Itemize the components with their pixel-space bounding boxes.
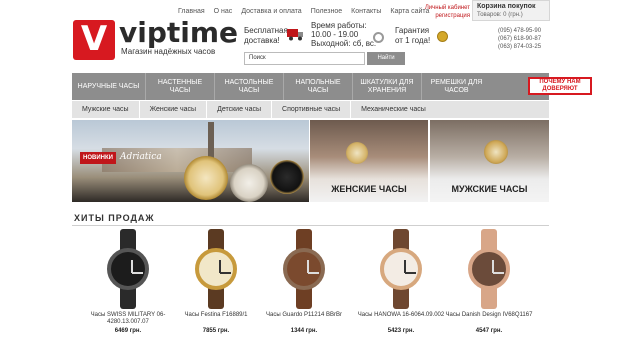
truck-icon bbox=[287, 29, 303, 41]
banner-women-watches[interactable]: ЖЕНСКИЕ ЧАСЫ bbox=[310, 120, 428, 202]
banner-brand-logo: Adriatica bbox=[120, 152, 162, 162]
nav-about[interactable]: О нас bbox=[214, 8, 233, 15]
watch-hand bbox=[405, 272, 416, 274]
banner-new-badge: НОВИНКИ bbox=[80, 152, 116, 164]
phone-3[interactable]: (063) 874-03-25 bbox=[498, 43, 541, 51]
delivery-line-1: Бесплатная bbox=[244, 26, 288, 35]
product-card[interactable]: Часы SWISS MILITARY 06-4280.13.007.07 646… bbox=[83, 229, 173, 334]
logo-text[interactable]: viptime bbox=[119, 18, 238, 48]
product-card[interactable]: Часы Guardo P11214 BBrBr 1344 грн. bbox=[259, 229, 349, 334]
category-wrist-watches[interactable]: НАРУЧНЫЕ ЧАСЫ bbox=[72, 73, 146, 100]
banner-men-watches[interactable]: МУЖСКИЕ ЧАСЫ bbox=[430, 120, 549, 202]
account-register-link[interactable]: регистрация bbox=[418, 12, 470, 20]
delivery-line-2: доставка! bbox=[244, 36, 280, 45]
account-links: Личный кабинет регистрация bbox=[418, 4, 470, 20]
hours-line-1: Время работы: bbox=[311, 21, 367, 30]
category-floor-clocks[interactable]: НАПОЛЬНЫЕ ЧАСЫ bbox=[284, 73, 353, 100]
watch-face bbox=[107, 248, 149, 290]
banner-watch-gold bbox=[184, 156, 228, 200]
watch-hand bbox=[493, 272, 504, 274]
hours-line-2: 10.00 - 19.00 bbox=[311, 30, 359, 39]
logo-tagline: Магазин надёжных часов bbox=[121, 47, 216, 56]
category-watch-straps[interactable]: РЕМЕШКИ ДЛЯ ЧАСОВ bbox=[422, 73, 491, 100]
delivery-promo: Бесплатная доставка! bbox=[244, 26, 288, 46]
product-price: 5423 грн. bbox=[387, 328, 415, 334]
product-image[interactable] bbox=[274, 229, 334, 309]
nav-contacts[interactable]: Контакты bbox=[351, 8, 381, 15]
product-image[interactable] bbox=[459, 229, 519, 309]
account-login-link[interactable]: Личный кабинет bbox=[418, 4, 470, 12]
top-nav: Главная О нас Доставка и оплата Полезное… bbox=[178, 8, 429, 15]
watch-hand bbox=[308, 272, 319, 274]
cart-widget[interactable]: Корзина покупок Товаров: 0 (грн.) bbox=[472, 0, 550, 21]
guarantee-line-2: от 1 года! bbox=[395, 36, 431, 45]
phone-list: (095) 478-95-90 (067) 618-90-87 (063) 87… bbox=[498, 27, 541, 51]
search-input[interactable]: Поиск bbox=[244, 52, 365, 65]
hits-divider bbox=[72, 225, 549, 226]
why-trust-button[interactable]: ПОЧЕМУ НАМ ДОВЕРЯЮТ bbox=[528, 77, 592, 95]
subtab-kids[interactable]: Детские часы bbox=[207, 101, 273, 118]
subtab-mechanical[interactable]: Механические часы bbox=[351, 101, 436, 118]
product-price: 7855 грн. bbox=[202, 328, 230, 334]
banner-women-label: ЖЕНСКИЕ ЧАСЫ bbox=[331, 184, 407, 194]
watch-hand bbox=[220, 272, 231, 274]
product-image[interactable] bbox=[186, 229, 246, 309]
product-image[interactable] bbox=[98, 229, 158, 309]
category-table-clocks[interactable]: НАСТОЛЬНЫЕ ЧАСЫ bbox=[215, 73, 284, 100]
subtab-women[interactable]: Женские часы bbox=[140, 101, 208, 118]
hits-title: ХИТЫ ПРОДАЖ bbox=[74, 213, 155, 223]
product-card[interactable]: Часы HANOWA 16-6064.09.002 5423 грн. bbox=[356, 229, 446, 334]
cart-count: Товаров: 0 (грн.) bbox=[477, 12, 523, 18]
product-price: 6469 грн. bbox=[114, 328, 142, 334]
search-button[interactable]: Найти bbox=[367, 52, 405, 65]
watch-face bbox=[468, 248, 510, 290]
product-name[interactable]: Часы SWISS MILITARY 06-4280.13.007.07 bbox=[83, 312, 173, 327]
banner-watch-silver bbox=[230, 164, 268, 202]
banner-women-watch-image bbox=[346, 142, 368, 164]
nav-useful[interactable]: Полезное bbox=[311, 8, 342, 15]
clock-icon bbox=[373, 32, 384, 43]
phone-1[interactable]: (095) 478-95-90 bbox=[498, 27, 541, 35]
banner-men-watch-image bbox=[484, 140, 508, 164]
product-name[interactable]: Часы Danish Design IV68Q1167 bbox=[444, 312, 534, 327]
category-watch-boxes[interactable]: ШКАТУЛКИ ДЛЯ ХРАНЕНИЯ bbox=[353, 73, 422, 100]
subcategory-bar: Мужские часы Женские часы Детские часы С… bbox=[72, 101, 549, 118]
nav-home[interactable]: Главная bbox=[178, 8, 205, 15]
product-name[interactable]: Часы Guardo P11214 BBrBr bbox=[259, 312, 349, 327]
watch-face bbox=[283, 248, 325, 290]
product-image[interactable] bbox=[371, 229, 431, 309]
watch-face bbox=[380, 248, 422, 290]
logo-mark[interactable]: V bbox=[73, 20, 115, 60]
banner-new-arrivals[interactable]: НОВИНКИ Adriatica bbox=[72, 120, 309, 202]
guarantee-line-1: Гарантия bbox=[395, 26, 430, 35]
product-price: 4547 грн. bbox=[475, 328, 503, 334]
working-hours: Время работы: 10.00 - 19.00 Выходной: сб… bbox=[311, 21, 376, 48]
banner-watch-black bbox=[270, 160, 304, 194]
product-card[interactable]: Часы Festina F16889/1 7855 грн. bbox=[171, 229, 261, 334]
medal-icon bbox=[437, 31, 448, 42]
phone-2[interactable]: (067) 618-90-87 bbox=[498, 35, 541, 43]
category-bar: НАРУЧНЫЕ ЧАСЫ НАСТЕННЫЕ ЧАСЫ НАСТОЛЬНЫЕ … bbox=[72, 73, 592, 100]
product-name[interactable]: Часы Festina F16889/1 bbox=[171, 312, 261, 327]
hours-line-3: Выходной: сб, вс. bbox=[311, 39, 377, 48]
product-name[interactable]: Часы HANOWA 16-6064.09.002 bbox=[356, 312, 446, 327]
product-card[interactable]: Часы Danish Design IV68Q1167 4547 грн. bbox=[444, 229, 534, 334]
subtab-sport[interactable]: Спортивные часы bbox=[272, 101, 352, 118]
product-price: 1344 грн. bbox=[290, 328, 318, 334]
banner-men-label: МУЖСКИЕ ЧАСЫ bbox=[451, 184, 528, 194]
subtab-men[interactable]: Мужские часы bbox=[72, 101, 140, 118]
logo-letter: V bbox=[80, 19, 108, 59]
category-wall-clocks[interactable]: НАСТЕННЫЕ ЧАСЫ bbox=[146, 73, 215, 100]
guarantee-promo: Гарантия от 1 года! bbox=[395, 26, 430, 46]
cart-title: Корзина покупок bbox=[477, 3, 536, 10]
watch-face bbox=[195, 248, 237, 290]
nav-delivery[interactable]: Доставка и оплата bbox=[241, 8, 301, 15]
watch-hand bbox=[132, 272, 143, 274]
